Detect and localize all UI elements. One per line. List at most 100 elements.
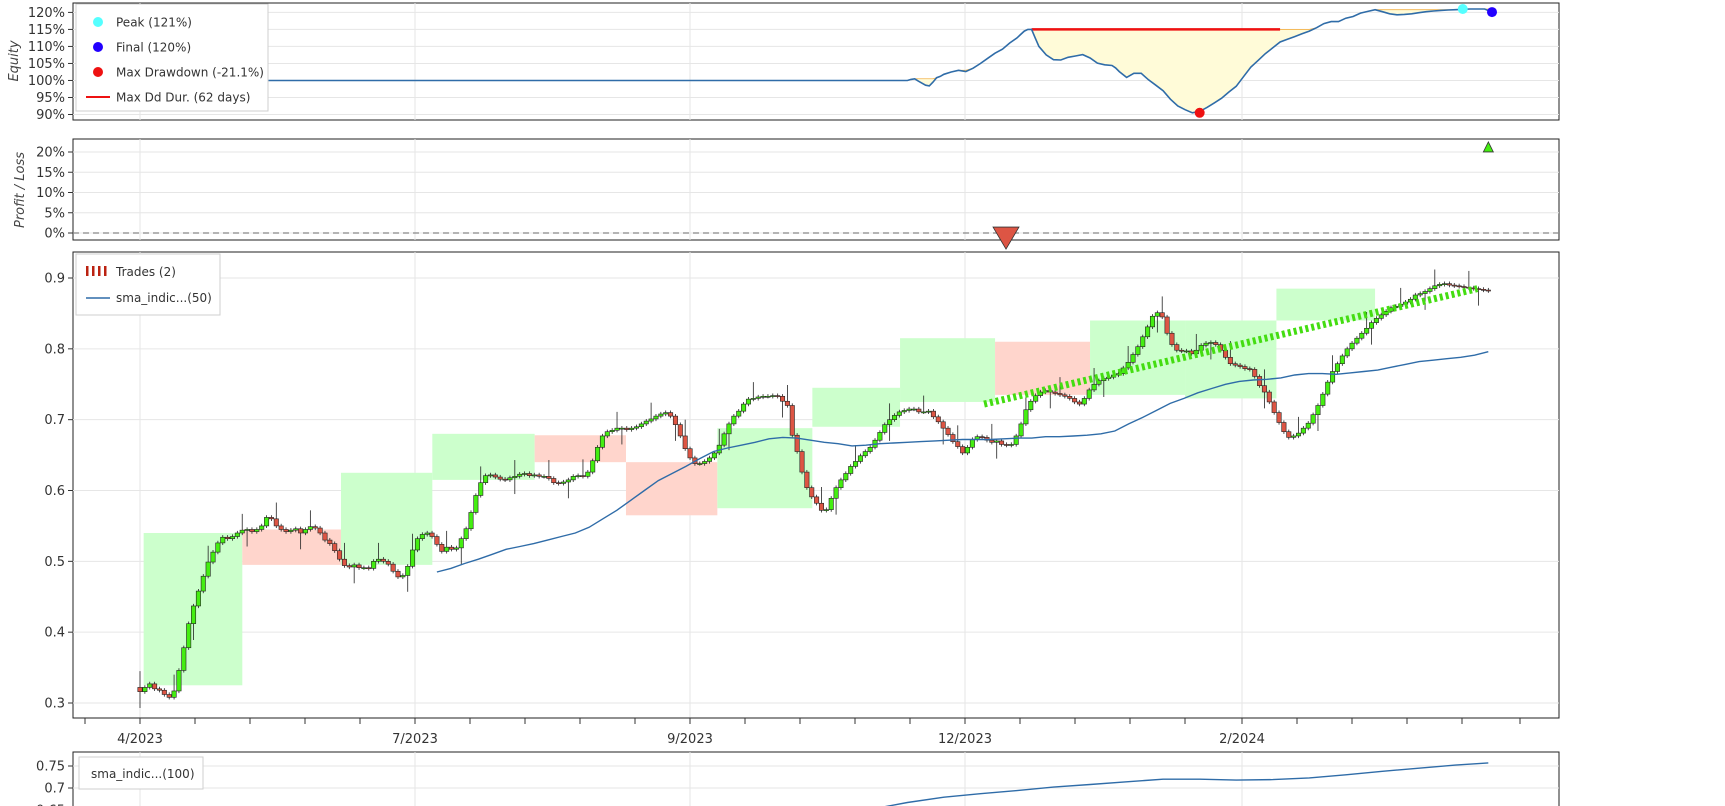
candle [707,457,713,462]
candle [463,528,469,539]
candle [823,509,829,511]
candle [848,466,854,474]
candle [1198,344,1204,351]
candle [969,439,975,448]
candle [1485,289,1491,292]
pnl-y-tick-label: 10% [36,186,65,201]
candle [1354,337,1360,344]
price-legend-label: sma_indic...(50) [116,291,212,305]
candle [414,538,420,551]
final-marker [1487,7,1497,18]
candle [711,452,717,459]
candle [1305,422,1311,429]
candle [1145,326,1151,338]
candle [1057,393,1063,396]
candle [161,689,167,695]
candle [351,564,357,568]
trades-icon [98,266,101,276]
candle [843,473,849,481]
candle [1208,342,1214,344]
trades-icon [92,266,95,276]
candle [483,475,489,484]
price-y-tick-label: 0.4 [44,626,65,641]
candle [492,474,498,478]
candle [775,395,781,397]
candle [1480,289,1486,291]
candle [1320,393,1326,406]
candle [156,688,162,691]
candle [1203,342,1209,346]
equity-y-tick-label: 95% [36,91,65,106]
candle [1427,288,1433,292]
candle [955,441,961,447]
candle [677,424,683,437]
candle [1325,381,1331,395]
candle [750,398,756,400]
candle [264,517,270,527]
candle [814,496,820,504]
candle [857,455,863,462]
candle [906,408,912,411]
equity-legend-label: Max Drawdown (-21.1%) [116,66,264,80]
sma100-y-tick-label: 0.75 [36,760,65,775]
candle [585,471,591,477]
candle [268,517,274,520]
candle [896,411,902,416]
candle [487,474,493,477]
equity-y-tick-label: 115% [28,23,65,38]
candle [1174,344,1180,351]
candle [1378,314,1384,319]
candle [634,426,640,429]
candle [346,565,352,568]
candle [312,526,318,529]
candle [1315,405,1321,416]
candle [1081,398,1087,405]
candle [1344,348,1350,357]
candle [307,526,313,530]
candle [254,529,260,532]
candle [658,413,664,417]
pnl-y-tick-label: 0% [44,227,65,242]
equity-legend-label: Max Dd Dur. (62 days) [116,91,250,105]
candle [1091,383,1097,391]
candle [337,550,343,560]
candle [1247,368,1253,370]
candle [327,539,333,544]
candle [1237,364,1243,367]
candle [809,487,815,498]
candle [736,410,742,417]
candle [1242,366,1248,369]
candle [1330,371,1336,383]
price-y-tick-label: 0.6 [44,484,65,499]
candle [741,403,747,412]
candle [1072,398,1078,403]
sma100-frame [72,751,1560,806]
candle [1456,285,1462,288]
candle [405,565,411,576]
candle [1364,327,1370,334]
candle [1281,422,1287,433]
candle [1008,444,1014,446]
price-y-tick-label: 0.9 [44,272,65,287]
candle [638,423,644,428]
candle [497,476,503,480]
candle [1257,376,1263,386]
candle [663,412,669,415]
candle [1369,322,1375,329]
candle [1018,423,1024,437]
equity-y-tick-label: 120% [28,6,65,21]
candle [853,461,859,467]
candle [916,408,922,413]
equity-legend-label: Peak (121%) [116,16,192,30]
candle [1300,427,1306,434]
profit-loss-panel: 0% 5% 10% 15% 20% Profit / Loss [13,138,1560,250]
pnl-frame [72,138,1560,241]
pnl-ylabel: Profit / Loss [13,152,28,228]
candle [780,395,786,402]
backtest-chart: 90% 95% 100% 105% 110% 115% 120% Equity Peak (12… [7,2,1560,806]
pnl-y-tick-label: 15% [36,166,65,181]
price-legend-label: Trades (2) [115,265,176,279]
candle [1286,431,1292,438]
candle [624,427,630,430]
candle [565,479,571,483]
